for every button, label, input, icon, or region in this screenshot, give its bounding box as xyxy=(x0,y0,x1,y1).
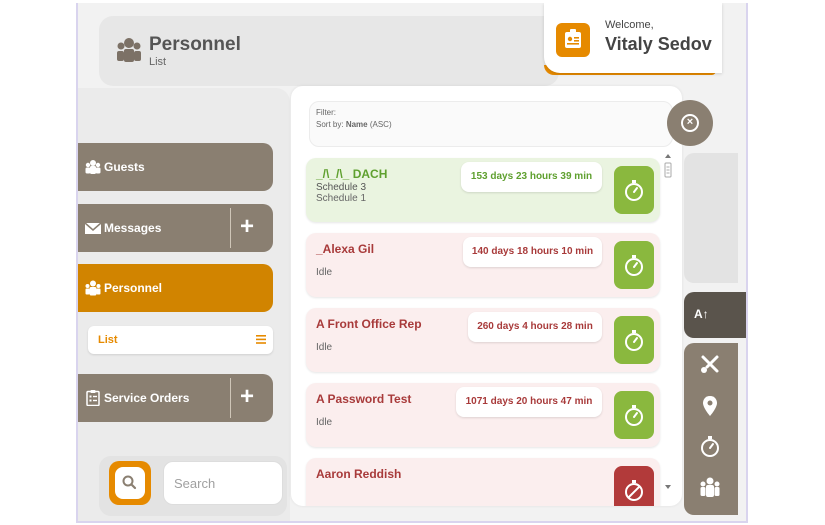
list-item[interactable]: A Front Office Rep Idle 260 days 4 hours… xyxy=(306,308,660,372)
search-button-face xyxy=(115,467,145,499)
stopwatch-icon xyxy=(625,330,643,351)
timer-button[interactable] xyxy=(614,316,654,364)
sort-field: Name xyxy=(345,120,368,129)
search-button[interactable] xyxy=(109,461,151,505)
duration-badge: 153 days 23 hours 39 min xyxy=(461,162,602,192)
list-lines-icon xyxy=(256,335,266,344)
list-item[interactable]: A Password Test Idle 1071 days 20 hours … xyxy=(306,383,660,447)
tools-icon[interactable] xyxy=(698,352,722,376)
sort-label: Sort by: xyxy=(316,120,344,129)
stopwatch-off-icon xyxy=(625,480,643,501)
duration-badge: 1071 days 20 hours 47 min xyxy=(456,387,602,417)
guests-icon xyxy=(85,160,101,174)
status-text: Idle xyxy=(316,267,333,278)
list-item[interactable]: _Alexa Gil Idle 140 days 18 hours 10 min xyxy=(306,233,660,297)
sidebar-item-messages[interactable]: Messages + xyxy=(78,204,273,252)
tool-column xyxy=(684,343,738,515)
person-name: _/\_/\_ DACH xyxy=(316,167,388,181)
personnel-icon xyxy=(117,38,141,62)
personnel-list-panel: Filter: Sort by: Name (ASC) _/\_/\_ DACH… xyxy=(291,86,682,506)
sidebar-item-label: Service Orders xyxy=(104,391,190,405)
sidebar-item-label: Guests xyxy=(104,160,145,174)
badge-glyph-icon xyxy=(565,29,581,48)
id-badge-icon[interactable] xyxy=(556,23,590,57)
personnel-icon xyxy=(85,280,101,296)
personnel-icon[interactable] xyxy=(698,476,722,500)
app-frame: Personnel List Welcome, Vitaly Sedov Gue… xyxy=(76,3,748,523)
location-pin-icon[interactable] xyxy=(698,394,722,418)
stopwatch-icon xyxy=(625,255,643,276)
divider xyxy=(230,208,231,248)
stopwatch-icon xyxy=(625,405,643,426)
person-name: Aaron Reddish xyxy=(316,467,402,481)
schedule-secondary: Schedule 1 xyxy=(316,193,367,204)
stopwatch-icon xyxy=(625,180,643,201)
page-title: Personnel xyxy=(149,34,241,55)
close-icon: × xyxy=(681,114,699,132)
sidebar-item-label: Messages xyxy=(104,221,162,235)
person-name: A Front Office Rep xyxy=(316,317,422,331)
right-panel-top xyxy=(684,153,738,283)
envelope-icon xyxy=(84,222,102,234)
filter-label: Filter: xyxy=(316,108,336,117)
sidebar-item-guests[interactable]: Guests xyxy=(78,143,273,191)
page-subtitle: List xyxy=(149,56,167,68)
user-name: Vitaly Sedov xyxy=(605,34,712,54)
sidebar-subitem-list[interactable]: List xyxy=(88,326,273,354)
timer-button[interactable] xyxy=(614,166,654,214)
stopwatch-icon[interactable] xyxy=(698,434,722,458)
sidebar-item-service-orders[interactable]: Service Orders + xyxy=(78,374,273,422)
list-scrollbar[interactable] xyxy=(663,153,673,493)
status-text: Idle xyxy=(316,342,333,353)
person-name: A Password Test xyxy=(316,392,412,406)
list-item[interactable]: Aaron Reddish xyxy=(306,458,660,506)
person-name: _Alexa Gil xyxy=(316,242,375,256)
sort-summary: Sort by: Name (ASC) xyxy=(316,120,392,129)
timer-off-button[interactable] xyxy=(614,466,654,506)
filter-summary[interactable]: Filter: Sort by: Name (ASC) xyxy=(309,101,673,147)
schedule-primary: Schedule 3 xyxy=(316,182,367,193)
timer-button[interactable] xyxy=(614,391,654,439)
clear-filter-button[interactable]: × xyxy=(667,100,713,146)
clipboard-icon xyxy=(86,390,100,406)
add-message-button[interactable]: + xyxy=(240,213,254,241)
sort-button[interactable]: A↑ xyxy=(684,292,746,338)
search-input[interactable] xyxy=(163,461,283,505)
list-item[interactable]: _/\_/\_ DACH Schedule 3 Schedule 1 153 d… xyxy=(306,158,660,222)
sort-direction: (ASC) xyxy=(369,120,392,129)
divider xyxy=(230,378,231,418)
sidebar-item-personnel[interactable]: Personnel xyxy=(78,264,273,312)
welcome-label: Welcome, xyxy=(605,19,654,31)
timer-button[interactable] xyxy=(614,241,654,289)
duration-badge: 140 days 18 hours 10 min xyxy=(463,237,602,267)
duration-badge: 260 days 4 hours 28 min xyxy=(468,312,602,342)
page-header: Personnel List xyxy=(99,16,559,86)
status-text: Idle xyxy=(316,417,333,428)
sort-az-icon: A↑ xyxy=(694,307,709,321)
sidebar-subitem-label: List xyxy=(98,334,118,346)
sidebar-item-label: Personnel xyxy=(104,281,163,295)
search-icon xyxy=(122,475,137,490)
add-service-order-button[interactable]: + xyxy=(240,383,254,411)
